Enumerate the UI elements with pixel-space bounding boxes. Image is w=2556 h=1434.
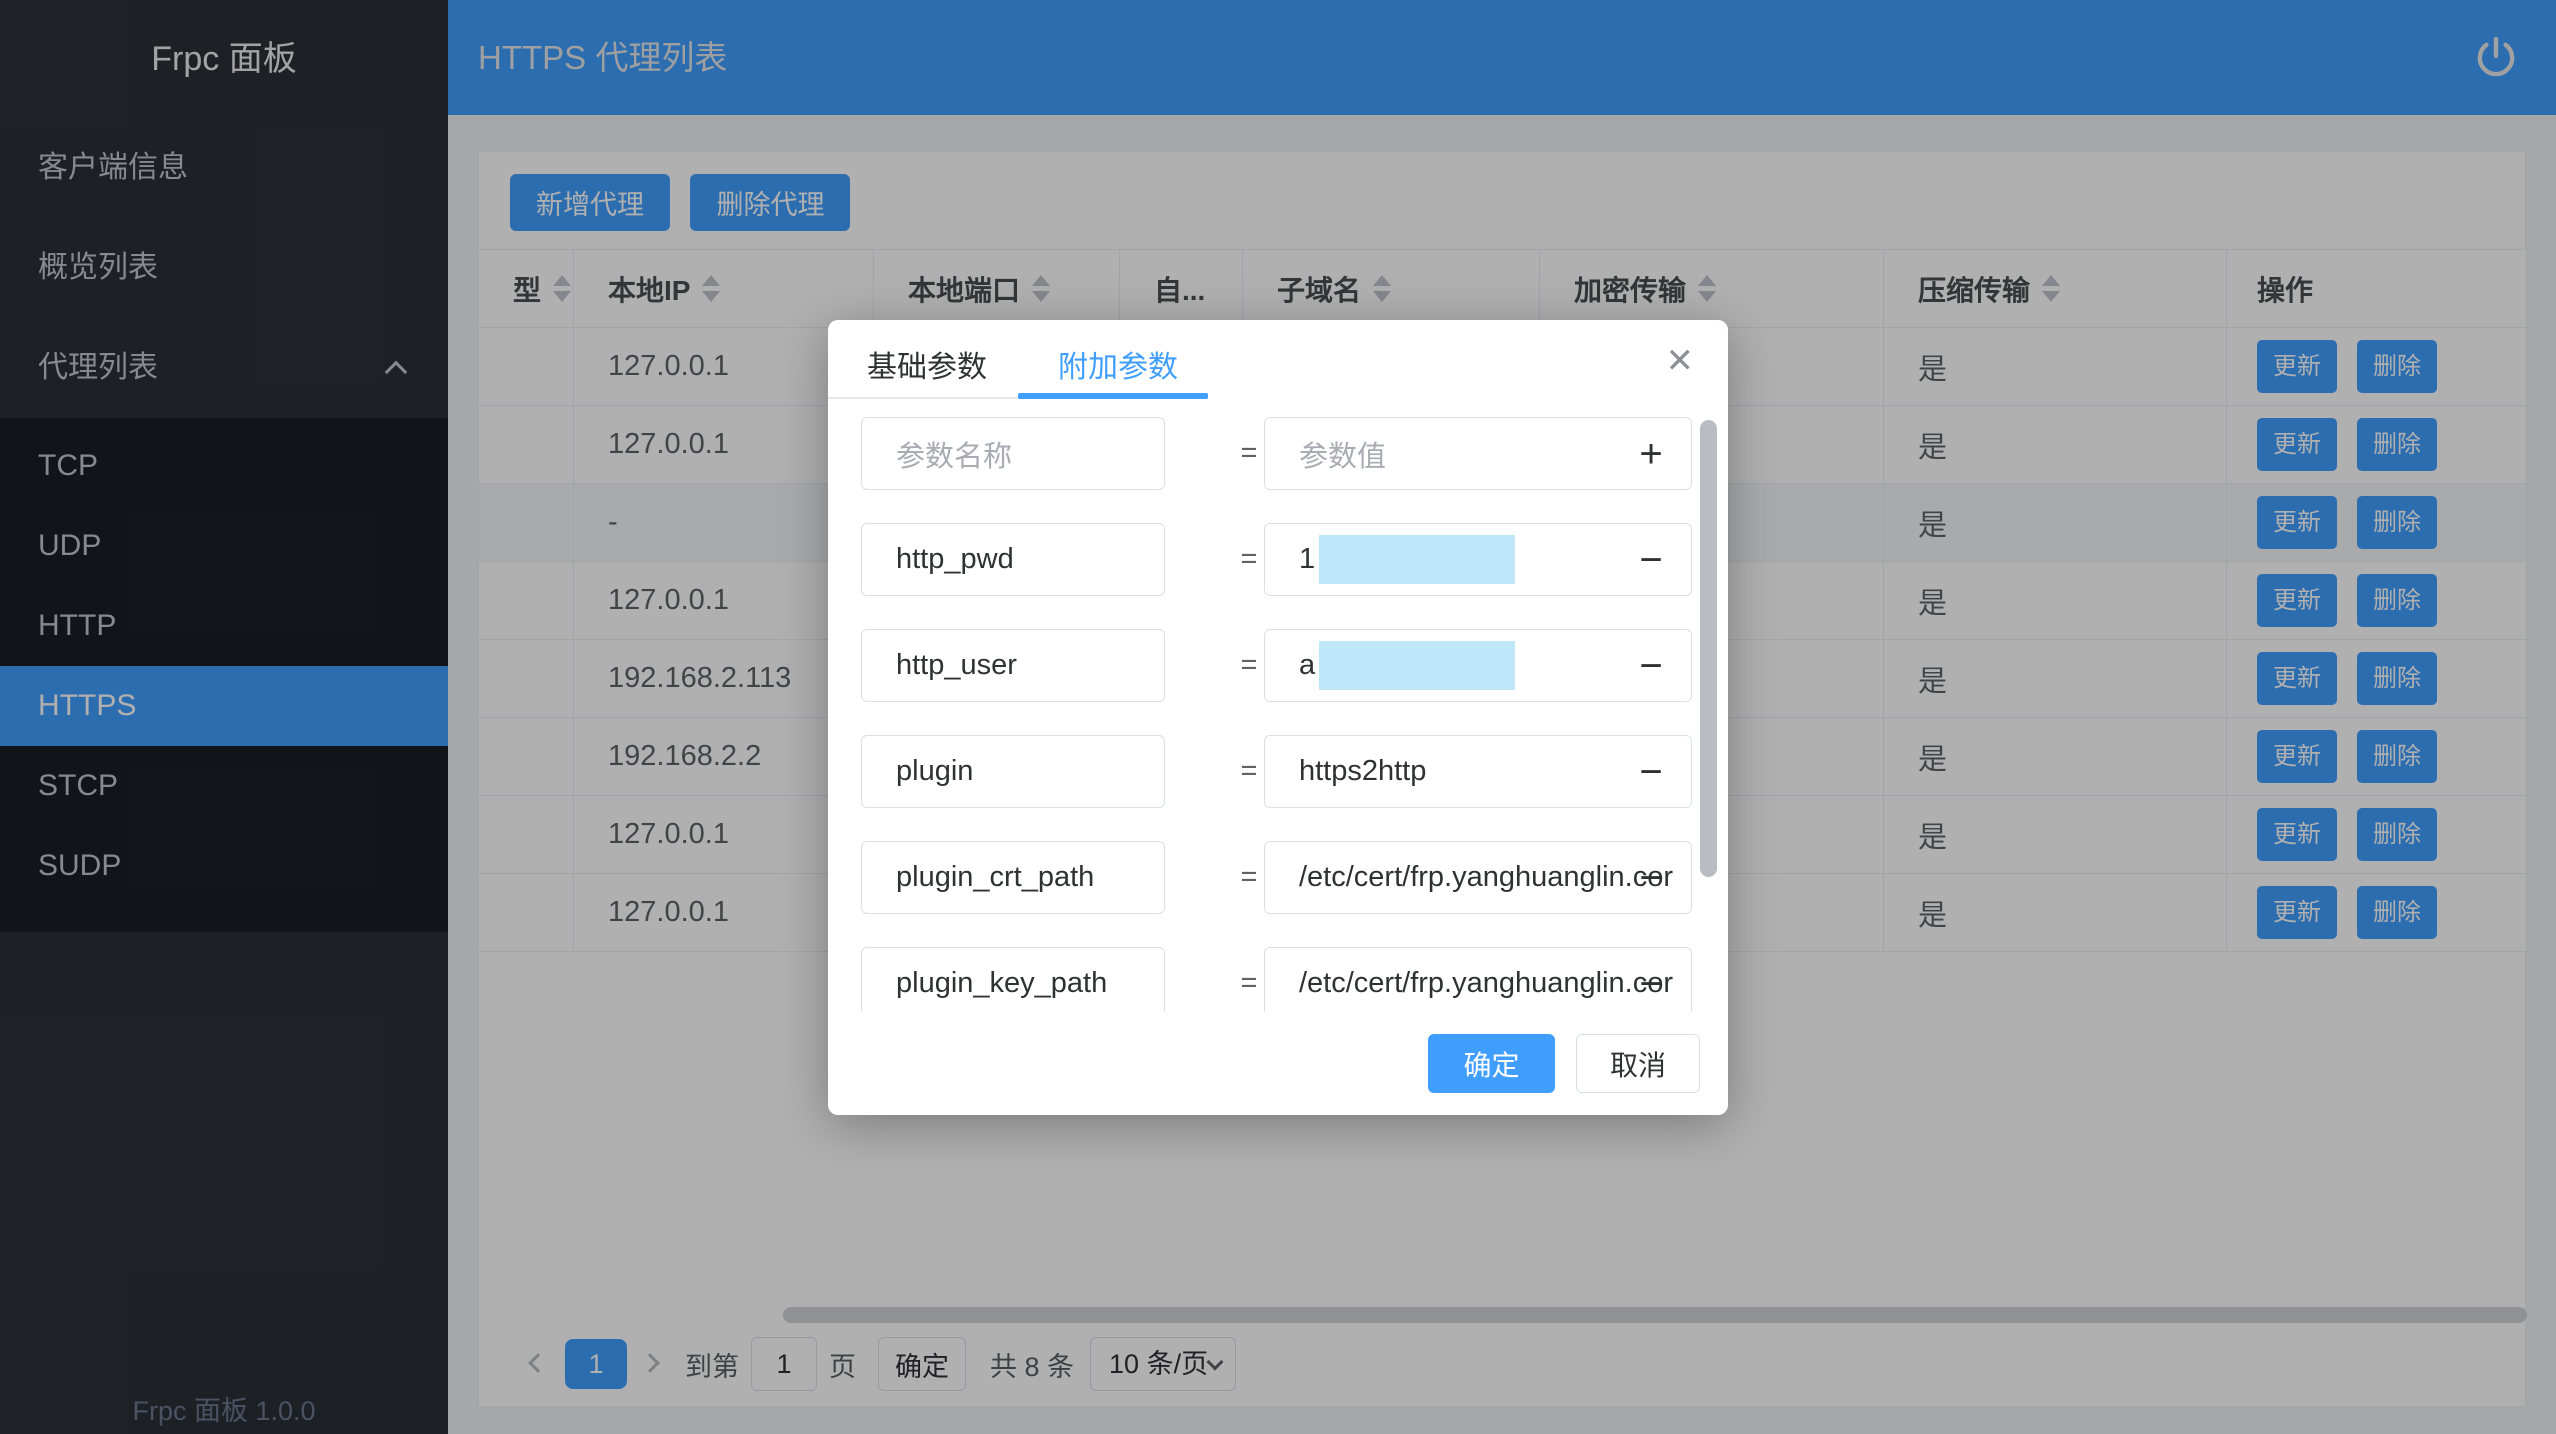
param-row: plugin_key_path = /etc/cert/frp.yanghuan… xyxy=(828,947,1728,1012)
equals-label: = xyxy=(1231,629,1267,702)
confirm-button[interactable]: 确定 xyxy=(1428,1034,1555,1093)
param-row: http_user = a − xyxy=(828,629,1728,702)
remove-param-icon[interactable]: − xyxy=(1631,750,1671,795)
add-param-icon[interactable]: + xyxy=(1631,432,1671,477)
equals-label: = xyxy=(1231,417,1267,490)
param-name-input[interactable]: http_user xyxy=(861,629,1165,702)
param-name-input[interactable]: plugin xyxy=(861,735,1165,808)
param-name-input[interactable]: plugin_crt_path xyxy=(861,841,1165,914)
param-value-input[interactable]: 参数值 + xyxy=(1264,417,1692,490)
remove-param-icon[interactable]: − xyxy=(1631,538,1671,583)
param-add-row: 参数名称 = 参数值 + xyxy=(828,417,1728,490)
param-row: plugin_crt_path = /etc/cert/frp.yanghuan… xyxy=(828,841,1728,914)
param-name-input[interactable]: http_pwd xyxy=(861,523,1165,596)
equals-label: = xyxy=(1231,523,1267,596)
remove-param-icon[interactable]: − xyxy=(1631,856,1671,901)
param-name-input[interactable]: plugin_key_path xyxy=(861,947,1165,1012)
equals-label: = xyxy=(1231,735,1267,808)
close-icon[interactable]: ✕ xyxy=(1666,344,1695,378)
tab-extra-params[interactable]: 附加参数 xyxy=(1058,342,1178,386)
param-row: http_pwd = 1 − xyxy=(828,523,1728,596)
remove-param-icon[interactable]: − xyxy=(1631,962,1671,1007)
edit-proxy-dialog: 基础参数 附加参数 ✕ 参数名称 = 参数值 + http_pwd = 1 − xyxy=(828,320,1728,1115)
param-name-input[interactable]: 参数名称 xyxy=(861,417,1165,490)
cancel-button[interactable]: 取消 xyxy=(1576,1034,1700,1093)
equals-label: = xyxy=(1231,841,1267,914)
param-value-input[interactable]: https2http − xyxy=(1264,735,1692,808)
frpc-panel-app: Frpc 面板 客户端信息 概览列表 代理列表 TCP UDP HTTP HTT… xyxy=(0,0,2556,1434)
redaction-highlight xyxy=(1319,535,1515,584)
remove-param-icon[interactable]: − xyxy=(1631,644,1671,689)
redaction-highlight xyxy=(1319,641,1515,690)
param-value-input[interactable]: a − xyxy=(1264,629,1692,702)
param-row: plugin = https2http − xyxy=(828,735,1728,808)
dialog-tabs: 基础参数 附加参数 xyxy=(828,320,1728,399)
tab-basic-params[interactable]: 基础参数 xyxy=(867,342,987,386)
param-value-input[interactable]: /etc/cert/frp.yanghuanglin.cor − xyxy=(1264,947,1692,1012)
param-value-input[interactable]: /etc/cert/frp.yanghuanglin.cor − xyxy=(1264,841,1692,914)
equals-label: = xyxy=(1231,947,1267,1012)
dialog-scrollbar[interactable] xyxy=(1700,420,1717,877)
param-value-input[interactable]: 1 − xyxy=(1264,523,1692,596)
dialog-body: 参数名称 = 参数值 + http_pwd = 1 − http_user = … xyxy=(828,399,1728,1012)
